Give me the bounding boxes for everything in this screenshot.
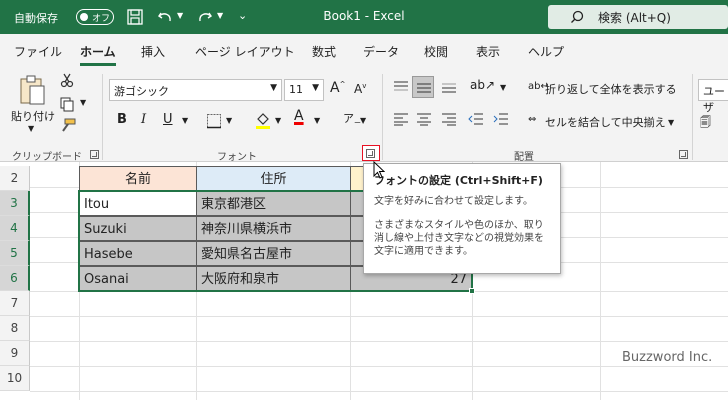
italic-button[interactable]: I <box>141 112 146 127</box>
excel-window: 自動保存 オフ ▼ ▼ ⌄ Book1 - Excel 検索 (Alt+Q) フ… <box>0 0 728 400</box>
tab-insert[interactable]: 挿入 <box>141 43 165 60</box>
underline-dropdown-icon[interactable]: ▼ <box>182 116 188 125</box>
font-name-select[interactable]: 游ゴシック ▼ <box>109 79 282 101</box>
font-color-dropdown-icon[interactable]: ▼ <box>314 116 320 125</box>
row-header[interactable]: 8 <box>0 316 30 341</box>
merge-center-icon[interactable]: ⇔ <box>528 114 536 125</box>
cut-icon[interactable] <box>59 72 75 88</box>
orientation-dropdown-icon[interactable]: ▼ <box>500 83 506 92</box>
row-header[interactable]: 3 <box>0 191 30 216</box>
alignment-launcher-icon[interactable] <box>679 150 688 159</box>
tooltip-description: 文字を好みに合わせて設定します。 <box>374 196 533 207</box>
orientation-icon[interactable]: ab↗ <box>470 78 495 92</box>
align-middle-button[interactable] <box>412 76 434 98</box>
clipboard-group-label: クリップボード <box>12 152 82 163</box>
clipboard-launcher-icon[interactable] <box>90 150 99 159</box>
copy-icon[interactable] <box>59 96 75 112</box>
tab-help[interactable]: ヘルプ <box>528 43 564 60</box>
group-divider <box>692 74 693 160</box>
row-header[interactable]: 5 <box>0 241 30 266</box>
font-settings-launcher[interactable] <box>362 145 380 161</box>
ribbon-tabs: ファイル ホーム 挿入 ページ レイアウト 数式 データ 校閲 表示 ヘルプ <box>0 34 728 68</box>
font-group-label: フォント <box>217 152 257 163</box>
row-header[interactable]: 4 <box>0 216 30 241</box>
search-label: 検索 (Alt+Q) <box>598 11 671 25</box>
row-header[interactable]: 10 <box>0 366 30 391</box>
align-middle-icon <box>417 83 431 93</box>
gridline <box>30 341 728 342</box>
merge-dropdown-icon[interactable]: ▼ <box>668 118 674 127</box>
tab-formulas[interactable]: 数式 <box>312 43 336 60</box>
align-top-icon[interactable] <box>393 80 409 94</box>
title-bar: 自動保存 オフ ▼ ▼ ⌄ Book1 - Excel 検索 (Alt+Q) <box>0 0 728 34</box>
chevron-down-icon: ▼ <box>270 83 277 93</box>
tooltip-title: フォントの設定 (Ctrl+Shift+F) <box>374 174 543 187</box>
tab-view[interactable]: 表示 <box>476 43 500 60</box>
align-center-icon[interactable] <box>416 112 432 126</box>
fill-color-dropdown-icon[interactable]: ▼ <box>275 116 281 125</box>
number-format-select[interactable]: ユーザ <box>698 79 728 114</box>
dialog-launcher-icon <box>366 149 375 158</box>
ribbon: 貼り付け ▼ ▼ クリップボード 游ゴシック ▼ 11 ▼ A^ Av B I … <box>0 68 728 163</box>
align-left-icon[interactable] <box>393 112 409 126</box>
row-header[interactable]: 6 <box>0 266 30 291</box>
copy-dropdown-icon[interactable]: ▼ <box>80 98 86 107</box>
search-box[interactable]: 検索 (Alt+Q) <box>548 5 728 29</box>
group-divider <box>382 74 383 160</box>
tab-review[interactable]: 校閲 <box>424 43 448 60</box>
header-cell-value[interactable] <box>350 166 364 191</box>
tab-home[interactable]: ホーム <box>80 43 116 66</box>
paste-button-label[interactable]: 貼り付け <box>11 108 55 124</box>
phonetic-guide-icon[interactable]: アー <box>343 110 361 128</box>
alignment-group-label: 配置 <box>514 152 534 163</box>
gridline <box>30 366 728 367</box>
chevron-down-icon: ▼ <box>312 83 319 93</box>
tab-data[interactable]: データ <box>363 43 399 60</box>
increase-font-size-icon[interactable]: A^ <box>330 80 345 96</box>
row-header[interactable]: 9 <box>0 341 30 366</box>
row-header[interactable]: 2 <box>0 166 30 191</box>
tab-page-layout[interactable]: ページ レイアウト <box>195 43 295 60</box>
gridline <box>30 391 728 392</box>
font-settings-tooltip: フォントの設定 (Ctrl+Shift+F) 文字を好みに合わせて設定します。 … <box>363 163 561 274</box>
row-header[interactable]: 7 <box>0 291 30 316</box>
merge-center-button[interactable]: セルを結合して中央揃え <box>545 114 666 130</box>
align-right-icon[interactable] <box>441 112 457 126</box>
fill-color-icon[interactable] <box>254 111 272 129</box>
tooltip-detail: さまざまなスタイルや色のほか、取り消し線や上付き文字などの視覚効果を文字に適用で… <box>374 220 544 257</box>
gridline <box>30 316 728 317</box>
watermark: Buzzword Inc. <box>622 350 713 365</box>
underline-button[interactable]: U <box>163 112 173 127</box>
header-cell-name[interactable]: 名前 <box>79 166 197 191</box>
number-format-value: ユーザ <box>703 85 725 114</box>
borders-dropdown-icon[interactable]: ▼ <box>226 116 232 125</box>
search-icon <box>571 10 584 23</box>
decrease-font-size-icon[interactable]: Av <box>354 82 366 96</box>
bold-button[interactable]: B <box>117 112 127 127</box>
header-cell-address[interactable]: 住所 <box>196 166 351 191</box>
gridline <box>600 162 601 400</box>
borders-icon[interactable] <box>206 113 222 129</box>
wrap-text-button[interactable]: 折り返して全体を表示する <box>545 81 677 97</box>
format-painter-icon[interactable] <box>59 118 77 134</box>
font-size-value: 11 <box>289 83 303 96</box>
align-bottom-icon[interactable] <box>441 80 457 94</box>
fill-handle[interactable] <box>469 288 475 294</box>
font-size-select[interactable]: 11 ▼ <box>284 79 324 101</box>
paste-dropdown-icon[interactable]: ▼ <box>28 124 34 133</box>
font-color-icon[interactable]: A <box>294 108 304 124</box>
phonetic-dropdown-icon[interactable]: ▼ <box>360 116 366 125</box>
font-name-value: 游ゴシック <box>114 85 169 98</box>
paste-icon[interactable] <box>18 74 48 106</box>
increase-indent-icon[interactable] <box>493 112 509 126</box>
accounting-format-icon[interactable]: 🗐 <box>700 114 711 133</box>
mouse-cursor-icon <box>373 161 385 179</box>
tab-file[interactable]: ファイル <box>14 43 62 60</box>
decrease-indent-icon[interactable] <box>468 112 484 126</box>
group-divider <box>102 74 103 160</box>
